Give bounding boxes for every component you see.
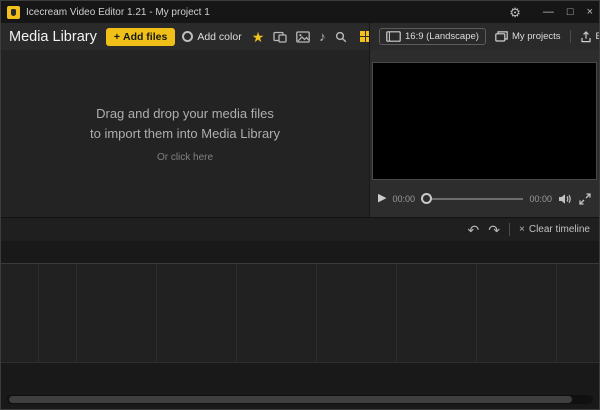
settings-gear-icon[interactable]: ⚙ — [509, 6, 521, 19]
close-button[interactable]: × — [587, 6, 593, 18]
aspect-ratio-button[interactable]: 16:9 (Landscape) — [379, 28, 486, 45]
window-title: Icecream Video Editor 1.21 - My project … — [26, 6, 210, 18]
total-time: 00:00 — [529, 193, 552, 204]
add-files-label: Add files — [122, 30, 168, 43]
main-content: Drag and drop your media files to import… — [1, 50, 599, 217]
scrollbar-thumb[interactable] — [9, 396, 572, 403]
preview-header: 16:9 (Landscape) My projects Export vide… — [369, 23, 599, 50]
music-icon[interactable]: ♪ — [319, 30, 326, 43]
export-video-button[interactable]: Export video — [580, 30, 599, 43]
app-logo-icon — [7, 5, 20, 19]
plus-icon: + — [113, 30, 120, 43]
seek-track — [421, 197, 524, 200]
fullscreen-icon[interactable] — [579, 192, 591, 205]
add-color-button[interactable]: Add color — [182, 30, 242, 43]
drop-instructions: Drag and drop your media files to import… — [90, 104, 280, 143]
minimize-button[interactable]: — — [543, 6, 554, 18]
add-files-button[interactable]: + Add files — [105, 27, 176, 46]
screen-ratio-icon — [386, 31, 401, 42]
tab-favorites-star-icon[interactable]: ★ — [252, 30, 265, 44]
app-window: Icecream Video Editor 1.21 - My project … — [0, 0, 600, 410]
play-button[interactable]: ▶ — [378, 193, 386, 204]
window-controls: ⚙ — □ × — [509, 6, 593, 19]
video-preview — [372, 62, 597, 180]
media-drop-zone[interactable]: Drag and drop your media files to import… — [1, 50, 369, 217]
clear-timeline-button[interactable]: × Clear timeline — [519, 224, 590, 235]
seek-bar[interactable] — [421, 192, 524, 205]
maximize-button[interactable]: □ — [567, 6, 574, 18]
projects-icon — [495, 31, 508, 42]
redo-icon[interactable]: ↷ — [488, 223, 500, 237]
timeline-scrollbar[interactable] — [7, 395, 593, 404]
page-title: Media Library — [9, 28, 97, 45]
clear-x-icon: × — [519, 224, 525, 235]
header-row: Media Library + Add files Add color ★ ♪ … — [1, 23, 599, 50]
toolbar-divider — [509, 223, 511, 236]
transitions-icon[interactable] — [273, 31, 287, 43]
timeline-tracks[interactable] — [1, 263, 599, 363]
titlebar: Icecream Video Editor 1.21 - My project … — [1, 1, 599, 23]
current-time: 00:00 — [392, 193, 415, 204]
add-color-label: Add color — [197, 30, 242, 43]
clear-timeline-label: Clear timeline — [528, 224, 590, 235]
drop-line-2: to import them into Media Library — [89, 125, 281, 141]
media-library-header: Media Library + Add files Add color ★ ♪ — [1, 23, 405, 50]
player-controls: ▶ 00:00 00:00 — [370, 180, 599, 217]
click-here-link[interactable]: Or click here — [157, 152, 213, 163]
timeline-area[interactable] — [1, 241, 599, 409]
aspect-ratio-label: 16:9 (Landscape) — [405, 31, 479, 42]
undo-icon[interactable]: ↶ — [468, 223, 480, 237]
seek-thumb[interactable] — [421, 192, 432, 204]
header-divider — [569, 30, 571, 43]
color-wheel-icon — [182, 31, 194, 42]
volume-icon[interactable] — [558, 193, 573, 205]
timeline-toolbar: ↶ ↷ × Clear timeline — [1, 217, 599, 241]
my-projects-label: My projects — [511, 31, 561, 42]
export-video-label: Export video — [596, 31, 599, 42]
drop-line-1: Drag and drop your media files — [96, 106, 274, 121]
export-icon — [580, 30, 591, 42]
search-icon[interactable] — [335, 31, 347, 43]
my-projects-button[interactable]: My projects — [495, 31, 561, 42]
preview-panel: ▶ 00:00 00:00 — [369, 50, 599, 217]
image-icon[interactable] — [296, 30, 311, 43]
library-tabs: ★ ♪ — [252, 30, 347, 44]
